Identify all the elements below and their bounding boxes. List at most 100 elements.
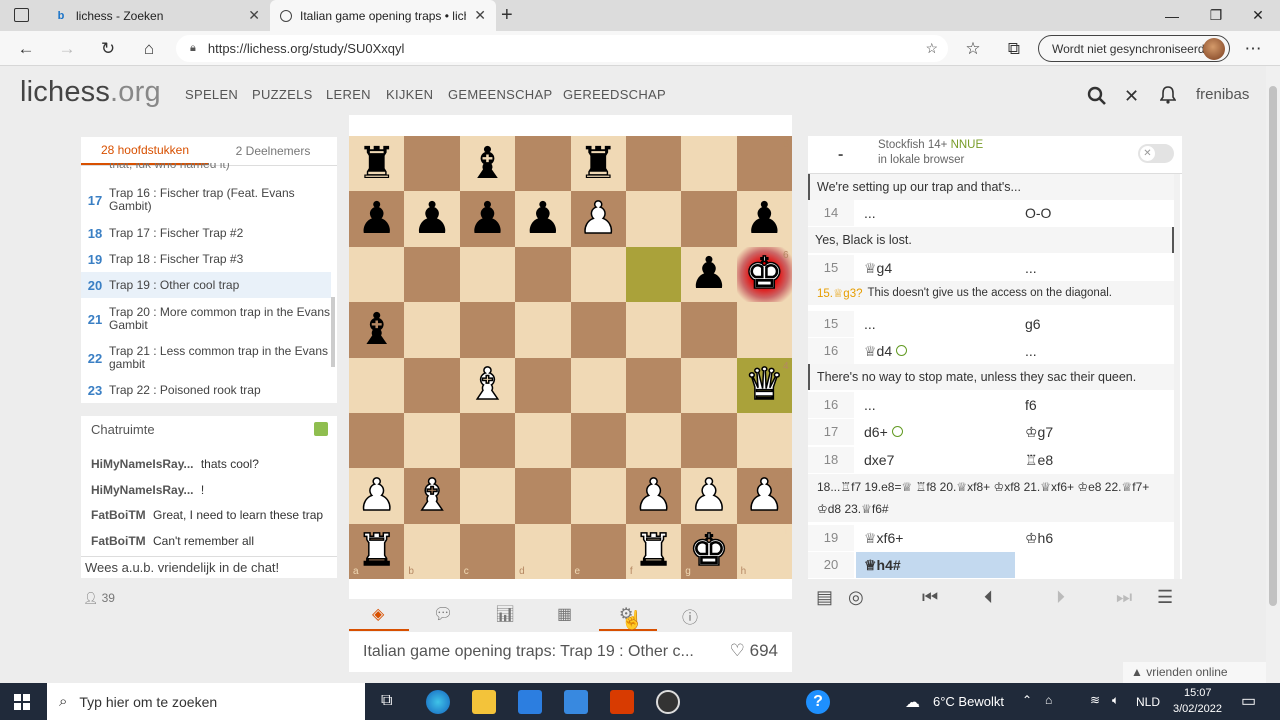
square-c5[interactable] (459, 302, 516, 358)
forward-icon[interactable]: → (50, 31, 84, 66)
black-piece-e8[interactable]: ♜ (571, 136, 626, 191)
white-piece-f1[interactable]: ♜ (626, 524, 681, 579)
clock-date[interactable]: 3/02/2022 (1173, 703, 1222, 715)
back-icon[interactable]: ← (9, 31, 43, 66)
site-logo[interactable]: lichess.org (20, 76, 161, 109)
variation-line[interactable]: 18...♖f7 19.e8=♕ ♖f8 20.♕xf8+ ♔xf8 21.♕x… (808, 474, 1174, 522)
chapter-item[interactable]: 17 Trap 16 : Fischer trap (Feat. Evans Ga… (81, 180, 331, 220)
new-tab-icon[interactable]: + (501, 4, 513, 27)
square-c3[interactable] (459, 412, 516, 469)
black-piece-g6[interactable]: ♟ (681, 247, 736, 302)
practice-target-icon[interactable]: ◎ (848, 587, 864, 608)
first-move-icon[interactable]: ⏮ (922, 587, 938, 608)
close-tab-icon[interactable]: ✕ (248, 7, 260, 24)
black-piece-d7[interactable]: ♟ (515, 191, 570, 246)
square-f7[interactable] (625, 191, 682, 247)
black-move[interactable]: O-O (1025, 200, 1051, 226)
settings-more-icon[interactable]: ⋯ (1236, 31, 1270, 66)
square-f5[interactable] (625, 302, 682, 358)
url-field[interactable]: 🔒︎ https://lichess.org/study/SU0Xxqyl ☆ (176, 35, 948, 62)
scroll-thumb[interactable] (1269, 86, 1277, 606)
chat-user[interactable]: HiMyNameIsRay... (91, 457, 194, 471)
white-move[interactable]: ♕g4 (864, 255, 892, 281)
chapters-grid-icon[interactable]: ▦ (557, 604, 572, 624)
variation-move[interactable]: 15.♕g3? (817, 286, 862, 300)
chat-toggle[interactable] (314, 422, 328, 436)
square-b4[interactable] (404, 357, 460, 413)
square-f8[interactable] (625, 136, 682, 192)
white-piece-g2[interactable]: ♟ (681, 468, 736, 523)
black-move[interactable]: ♔h6 (1025, 525, 1053, 551)
nav-play[interactable]: SPELEN (185, 87, 238, 102)
square-c2[interactable] (459, 468, 516, 524)
chapter-item[interactable]: 23 Trap 22 : Poisoned rook trap (81, 377, 331, 403)
minimize-icon[interactable]: — (1150, 0, 1194, 31)
nav-watch[interactable]: KIJKEN (386, 87, 433, 102)
chapters-scrollbar[interactable] (331, 297, 335, 367)
close-tab-icon[interactable]: ✕ (474, 7, 486, 24)
help-icon[interactable]: ? (806, 690, 830, 714)
square-d5[interactable] (515, 302, 571, 358)
home-icon[interactable]: ⌂ (132, 31, 166, 66)
chat-user[interactable]: HiMyNameIsRay... (91, 483, 194, 497)
square-d3[interactable] (515, 412, 571, 469)
search-icon[interactable] (1087, 86, 1107, 111)
tray-chevron-icon[interactable]: ⌃ (1022, 693, 1032, 707)
black-piece-a5[interactable]: ♝ (349, 302, 404, 357)
square-e5[interactable] (570, 302, 626, 358)
square-a4[interactable] (349, 357, 405, 413)
square-d8[interactable] (515, 136, 571, 192)
prev-move-icon[interactable]: ⏴ (984, 587, 993, 608)
taskbar-search[interactable]: ⌕ Typ hier om te zoeken (47, 683, 365, 720)
collections-icon[interactable]: ⧉ (997, 31, 1031, 66)
white-move[interactable]: ... (864, 311, 876, 337)
black-move[interactable]: ... (1025, 255, 1037, 281)
square-e2[interactable] (570, 468, 626, 524)
nav-tools[interactable]: GEREEDSCHAP (563, 87, 666, 102)
white-piece-c4[interactable]: ♝ (460, 358, 515, 413)
chapter-item[interactable]: 18 Trap 17 : Fischer Trap #2 (81, 220, 331, 246)
square-b6[interactable] (404, 246, 460, 303)
white-piece-a2[interactable]: ♟ (349, 468, 404, 523)
file-explorer-icon[interactable] (472, 690, 496, 714)
square-g4[interactable] (681, 357, 737, 413)
chart-icon[interactable]: 📊︎ (495, 604, 515, 624)
square-f4[interactable] (625, 357, 682, 413)
white-move[interactable]: ... (864, 392, 876, 418)
white-move[interactable]: ... (864, 200, 876, 226)
square-e6[interactable] (570, 246, 626, 303)
square-a6[interactable] (349, 246, 405, 303)
black-piece-a7[interactable]: ♟ (349, 191, 404, 246)
nav-community[interactable]: GEMEENSCHAP (448, 87, 552, 102)
browser-tab-search[interactable]: b lichess - Zoeken ✕ (44, 0, 270, 31)
square-f6[interactable] (625, 246, 682, 303)
chat-user[interactable]: FatBoiTM (91, 534, 146, 548)
username[interactable]: frenibas (1196, 86, 1249, 103)
store-icon[interactable] (518, 690, 542, 714)
square-d4[interactable] (515, 357, 571, 413)
tab-chapters[interactable]: 28 hoofdstukken (81, 137, 209, 165)
windows-start-icon[interactable] (14, 694, 30, 710)
square-b5[interactable] (404, 302, 460, 358)
black-piece-b7[interactable]: ♟ (404, 191, 459, 246)
black-piece-a8[interactable]: ♜ (349, 136, 404, 191)
comment-icon[interactable]: 💬︎ (433, 604, 453, 624)
menu-book-icon[interactable]: ▤ (816, 587, 833, 608)
last-move-icon[interactable]: ⏭ (1116, 587, 1132, 608)
square-b8[interactable] (404, 136, 460, 192)
chapter-item[interactable]: 19 Trap 18 : Fischer Trap #3 (81, 246, 331, 272)
chess-board[interactable]: ♜ ♝ ♜ ♟ ♟ ♟ ♟ ♟ ♟ ♟ ♚ ♝ ♝ ♛ ♟ ♝ ♟ ♟ ♟ ♜ ♜ ♚ 8 7 6 5 4 3 2 1 a b c d e f g h (349, 136, 793, 580)
square-e4[interactable] (570, 357, 626, 413)
black-move[interactable]: f6 (1025, 392, 1037, 418)
notifications-bell-icon[interactable] (1159, 86, 1177, 109)
profile-sync-button[interactable]: Wordt niet gesynchroniseerd (1038, 35, 1230, 62)
white-piece-f2[interactable]: ♟ (626, 468, 681, 523)
friends-online[interactable]: ▲ vrienden online (1123, 662, 1267, 683)
tab-actions-icon[interactable] (14, 8, 29, 22)
square-g8[interactable] (681, 136, 737, 192)
chapter-item[interactable]: 22 Trap 21 : Less common trap in the Evan… (81, 339, 331, 377)
square-g5[interactable] (681, 302, 737, 358)
edge-icon[interactable] (426, 690, 450, 714)
like-button[interactable]: ♡ 694 (730, 641, 778, 661)
notification-center-icon[interactable]: ▭ (1241, 691, 1256, 711)
